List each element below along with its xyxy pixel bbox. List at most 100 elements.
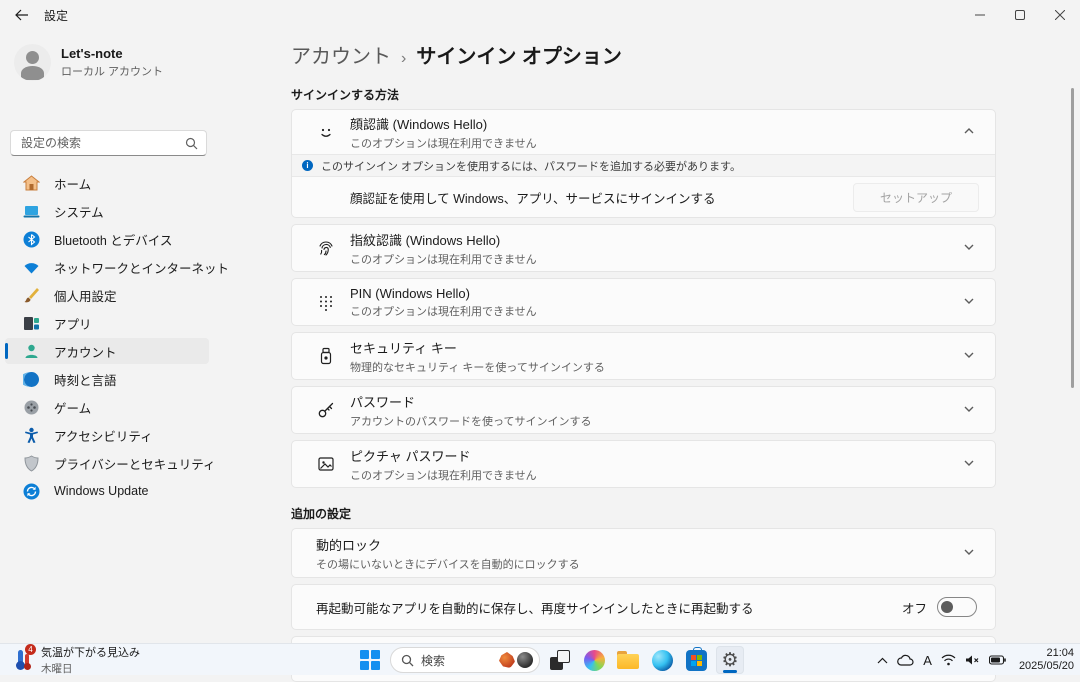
user-name: Let's-note [61, 46, 163, 61]
taskbar-search[interactable]: 検索 [390, 647, 540, 673]
chevron-down-icon [963, 349, 977, 363]
sidebar-item-windows-update[interactable]: Windows Update [5, 478, 209, 504]
card-restartable-apps: 再起動可能なアプリを自動的に保存し、再度サインインしたときに再起動する オフ [291, 584, 996, 630]
wifi-icon [23, 259, 40, 276]
pin-header[interactable]: PIN (Windows Hello) このオプションは現在利用できません [292, 279, 995, 325]
page-title: サインイン オプション [416, 40, 622, 69]
info-text: このサインイン オプションを使用するには、パスワードを追加する必要があります。 [321, 158, 741, 174]
task-view-icon [550, 650, 570, 670]
security-key-header[interactable]: セキュリティ キー 物理的なセキュリティ キーを使ってサインインする [292, 333, 995, 379]
sidebar-item-apps[interactable]: アプリ [5, 310, 209, 336]
minimize-button[interactable] [960, 0, 1000, 30]
accessibility-icon [23, 427, 40, 444]
card-fingerprint: 指紋認識 (Windows Hello) このオプションは現在利用できません [291, 224, 996, 272]
method-title: パスワード [350, 392, 963, 411]
picture-password-header[interactable]: ピクチャ パスワード このオプションは現在利用できません [292, 441, 995, 487]
volume-muted-button[interactable] [965, 654, 980, 666]
sidebar-item-bluetooth[interactable]: Bluetooth とデバイス [5, 226, 209, 252]
sidebar: Let's-note ローカル アカウント ホーム システム Bluetooth… [0, 30, 290, 643]
chevron-up-icon [877, 657, 888, 664]
setup-button[interactable]: セットアップ [853, 183, 979, 212]
maximize-icon [1015, 10, 1025, 20]
copilot-icon [584, 650, 605, 671]
settings-search[interactable] [10, 130, 207, 156]
sidebar-item-accounts[interactable]: アカウント [5, 338, 209, 364]
sidebar-item-privacy[interactable]: プライバシーとセキュリティ [5, 450, 209, 476]
search-icon [185, 137, 198, 150]
chevron-up-icon [963, 125, 977, 139]
close-icon [1055, 10, 1065, 20]
sidebar-item-network[interactable]: ネットワークとインターネット [5, 254, 209, 280]
minimize-icon [975, 10, 985, 20]
taskbar-search-placeholder: 検索 [421, 652, 499, 669]
breadcrumb-parent[interactable]: アカウント [291, 40, 391, 69]
face-setup-row: 顔認証を使用して Windows、アプリ、サービスにサインインする セットアップ [292, 177, 995, 217]
method-title: 顔認識 (Windows Hello) [350, 114, 963, 133]
card-picture-password: ピクチャ パスワード このオプションは現在利用できません [291, 440, 996, 488]
ime-indicator[interactable]: A [923, 653, 932, 668]
chevron-down-icon [963, 403, 977, 417]
method-title: 指紋認識 (Windows Hello) [350, 230, 963, 249]
sidebar-item-personalization[interactable]: 個人用設定 [5, 282, 209, 308]
close-button[interactable] [1040, 0, 1080, 30]
sidebar-item-gaming[interactable]: ゲーム [5, 394, 209, 420]
fingerprint-icon [316, 238, 336, 258]
weather-headline: 気温が下がる見込み [41, 644, 140, 660]
battery-tray-button[interactable] [989, 655, 1006, 665]
pin-pad-icon [316, 292, 336, 312]
settings-taskbar-button[interactable]: ⚙ [716, 646, 744, 674]
chevron-down-icon [963, 457, 977, 471]
sidebar-item-home[interactable]: ホーム [5, 170, 209, 196]
onedrive-tray-button[interactable] [897, 654, 914, 666]
microsoft-store-button[interactable] [682, 646, 710, 674]
wifi-tray-button[interactable] [941, 654, 956, 666]
start-button[interactable] [356, 646, 384, 674]
maximize-button[interactable] [1000, 0, 1040, 30]
face-recognition-header[interactable]: 顔認識 (Windows Hello) このオプションは現在利用できません [292, 110, 995, 154]
picture-icon [316, 454, 336, 474]
toggle-state-label: オフ [902, 598, 927, 617]
restartable-apps-toggle[interactable] [937, 597, 977, 617]
method-subtitle: アカウントのパスワードを使ってサインインする [350, 413, 963, 429]
sidebar-item-time-language[interactable]: 時刻と言語 [5, 366, 209, 392]
dynamic-lock-header[interactable]: 動的ロック その場にいないときにデバイスを自動的にロックする [292, 529, 995, 577]
system-tray: A 21:04 2025/05/20 [877, 644, 1074, 676]
password-header[interactable]: パスワード アカウントのパスワードを使ってサインインする [292, 387, 995, 433]
weather-widget[interactable]: 4 気温が下がる見込み 木曜日 [2, 644, 150, 676]
cloud-icon [897, 654, 914, 666]
sidebar-item-system[interactable]: システム [5, 198, 209, 224]
user-account-type: ローカル アカウント [61, 63, 163, 79]
user-account-block[interactable]: Let's-note ローカル アカウント [14, 44, 290, 81]
taskbar: 4 気温が下がる見込み 木曜日 検索 [0, 643, 1080, 675]
method-subtitle: このオプションは現在利用できません [350, 467, 963, 483]
clock-date: 2025/05/20 [1019, 660, 1074, 673]
fingerprint-header[interactable]: 指紋認識 (Windows Hello) このオプションは現在利用できません [292, 225, 995, 271]
copilot-button[interactable] [580, 646, 608, 674]
method-subtitle: このオプションは現在利用できません [350, 251, 963, 267]
sidebar-nav: ホーム システム Bluetooth とデバイス ネットワークとインターネット … [5, 170, 209, 506]
tray-chevron-up-button[interactable] [877, 657, 888, 664]
breadcrumb: アカウント › サインイン オプション [291, 40, 996, 69]
edge-button[interactable] [648, 646, 676, 674]
card-face-recognition: 顔認識 (Windows Hello) このオプションは現在利用できません i … [291, 109, 996, 218]
card-security-key: セキュリティ キー 物理的なセキュリティ キーを使ってサインインする [291, 332, 996, 380]
back-button[interactable] [6, 3, 38, 27]
apps-icon [23, 315, 40, 332]
gear-icon: ⚙ [721, 651, 738, 670]
weather-badge: 4 [25, 644, 36, 655]
search-input[interactable] [11, 136, 185, 150]
sidebar-item-accessibility[interactable]: アクセシビリティ [5, 422, 209, 448]
restartable-apps-label: 再起動可能なアプリを自動的に保存し、再度サインインしたときに再起動する [316, 598, 902, 617]
clock[interactable]: 21:04 2025/05/20 [1019, 647, 1074, 673]
method-subtitle: このオプションは現在利用できません [350, 303, 963, 319]
shield-icon [23, 455, 40, 472]
speaker-mute-icon [965, 654, 980, 666]
update-icon [23, 483, 40, 500]
face-setup-description: 顔認証を使用して Windows、アプリ、サービスにサインインする [350, 188, 853, 207]
section-additional-settings: 追加の設定 [291, 505, 996, 522]
task-view-button[interactable] [546, 646, 574, 674]
file-explorer-button[interactable] [614, 646, 642, 674]
home-icon [23, 175, 40, 192]
settings-window: 設定 Let's-note ローカル アカウント ホーム [0, 0, 1080, 675]
scrollbar[interactable] [1071, 88, 1074, 388]
